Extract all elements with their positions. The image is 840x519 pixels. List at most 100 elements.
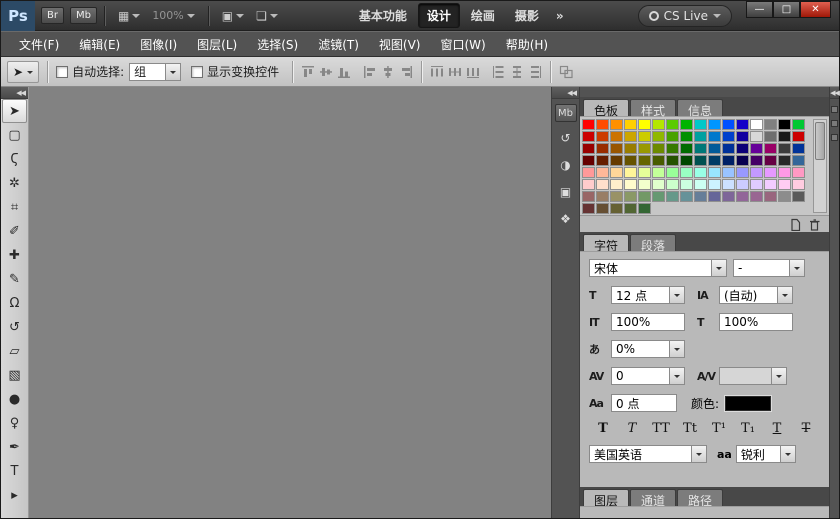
color-swatch[interactable] — [736, 167, 749, 178]
anti-alias-dropdown[interactable]: 锐利 — [736, 445, 796, 463]
color-swatch[interactable] — [722, 143, 735, 154]
menu-item[interactable]: 视图(V) — [369, 36, 431, 53]
color-swatch[interactable] — [610, 191, 623, 202]
font-style-dropdown[interactable]: - — [733, 259, 805, 277]
color-swatch[interactable] — [694, 167, 707, 178]
color-swatch[interactable] — [652, 191, 665, 202]
collapsed-panel-button[interactable] — [831, 120, 838, 127]
color-swatch[interactable] — [736, 143, 749, 154]
color-swatch[interactable] — [638, 203, 651, 214]
color-swatch[interactable] — [708, 143, 721, 154]
color-swatch[interactable] — [582, 203, 595, 214]
history-panel-button[interactable]: ↺ — [555, 127, 577, 149]
color-swatch[interactable] — [792, 155, 805, 166]
color-swatch[interactable] — [778, 119, 791, 130]
color-swatch[interactable] — [708, 179, 721, 190]
color-swatch[interactable] — [610, 131, 623, 142]
edge-dock-expand-button[interactable]: ◀◀ — [830, 87, 839, 99]
distribute-right-edges-icon[interactable] — [528, 65, 542, 79]
panel-tab[interactable]: 样式 — [630, 99, 676, 116]
color-swatch[interactable] — [750, 191, 763, 202]
color-swatch[interactable] — [610, 155, 623, 166]
collapsed-dock-expand-button[interactable]: ◀◀ — [552, 87, 579, 99]
proportional-spacing-combo[interactable]: 0% — [611, 340, 685, 358]
mini-bridge-button[interactable]: Mb — [70, 7, 97, 24]
align-top-edges-icon[interactable] — [301, 65, 315, 79]
gradient-tool[interactable]: ▧ — [1, 363, 28, 387]
adjustments-panel-button[interactable]: ◑ — [555, 154, 577, 176]
color-swatch[interactable] — [680, 167, 693, 178]
cs-live-button[interactable]: CS Live — [638, 5, 732, 27]
color-swatch[interactable] — [722, 119, 735, 130]
menu-item[interactable]: 图像(I) — [130, 36, 187, 53]
show-transform-controls-checkbox[interactable] — [191, 66, 203, 78]
color-swatch[interactable] — [792, 143, 805, 154]
align-right-edges-icon[interactable] — [399, 65, 413, 79]
auto-select-checkbox[interactable] — [56, 66, 68, 78]
panel-tab[interactable]: 图层 — [583, 489, 629, 506]
color-swatch[interactable] — [610, 179, 623, 190]
color-swatch[interactable] — [722, 155, 735, 166]
color-swatch[interactable] — [582, 131, 595, 142]
eraser-tool[interactable]: ▱ — [1, 339, 28, 363]
color-swatch[interactable] — [694, 143, 707, 154]
color-swatch[interactable] — [680, 191, 693, 202]
color-swatch[interactable] — [624, 203, 637, 214]
color-swatch[interactable] — [610, 167, 623, 178]
color-swatch[interactable] — [624, 155, 637, 166]
workspace-button[interactable]: 基本功能 — [350, 3, 416, 28]
color-swatch[interactable] — [666, 191, 679, 202]
color-swatch[interactable] — [708, 155, 721, 166]
color-swatch[interactable] — [638, 131, 651, 142]
color-swatch[interactable] — [680, 131, 693, 142]
color-swatch[interactable] — [652, 155, 665, 166]
color-swatch[interactable] — [652, 167, 665, 178]
color-swatch[interactable] — [666, 179, 679, 190]
color-swatch[interactable] — [638, 119, 651, 130]
color-swatch[interactable] — [582, 119, 595, 130]
color-swatch[interactable] — [596, 119, 609, 130]
superscript-button[interactable]: T¹ — [709, 421, 729, 436]
color-swatch[interactable] — [722, 131, 735, 142]
color-swatch[interactable] — [736, 119, 749, 130]
panel-tab[interactable]: 段落 — [630, 234, 676, 251]
color-swatch[interactable] — [764, 131, 777, 142]
color-swatch[interactable] — [792, 119, 805, 130]
align-horizontal-centers-icon[interactable] — [381, 65, 395, 79]
color-swatch[interactable] — [778, 179, 791, 190]
screen-mode-button[interactable]: ❏ — [250, 9, 284, 23]
color-swatch[interactable] — [708, 119, 721, 130]
view-extras-button[interactable]: ▦ — [112, 9, 146, 23]
color-swatch[interactable] — [722, 191, 735, 202]
canvas-area[interactable] — [29, 87, 551, 518]
align-left-edges-icon[interactable] — [363, 65, 377, 79]
color-swatch[interactable] — [638, 143, 651, 154]
auto-select-mode-dropdown[interactable]: 组 — [129, 63, 181, 81]
color-swatch[interactable] — [596, 167, 609, 178]
align-vertical-centers-icon[interactable] — [319, 65, 333, 79]
color-swatch[interactable] — [596, 131, 609, 142]
vertical-scale-combo[interactable]: 100% — [611, 313, 685, 331]
color-swatch[interactable] — [764, 155, 777, 166]
tracking-combo[interactable]: 0 — [611, 367, 685, 385]
path-selection-tool[interactable]: ▸ — [1, 483, 28, 507]
bridge-button[interactable]: Br — [41, 7, 64, 24]
menu-item[interactable]: 文件(F) — [9, 36, 69, 53]
quick-selection-tool[interactable]: ✲ — [1, 171, 28, 195]
move-tool[interactable]: ➤ — [2, 99, 27, 123]
font-family-dropdown[interactable]: 宋体 — [589, 259, 727, 277]
color-swatch[interactable] — [792, 179, 805, 190]
horizontal-scale-combo[interactable]: 100% — [719, 313, 793, 331]
color-swatch[interactable] — [624, 191, 637, 202]
menu-item[interactable]: 窗口(W) — [430, 36, 495, 53]
color-swatch[interactable] — [708, 191, 721, 202]
color-swatch[interactable] — [764, 179, 777, 190]
clone-stamp-tool[interactable]: Ω — [1, 291, 28, 315]
crop-tool[interactable]: ⌗ — [1, 195, 28, 219]
workspace-button[interactable]: 设计 — [418, 3, 460, 28]
color-swatch[interactable] — [708, 167, 721, 178]
color-swatch[interactable] — [680, 179, 693, 190]
color-swatch[interactable] — [680, 155, 693, 166]
color-swatch[interactable] — [624, 131, 637, 142]
panel-tab[interactable]: 信息 — [677, 99, 723, 116]
